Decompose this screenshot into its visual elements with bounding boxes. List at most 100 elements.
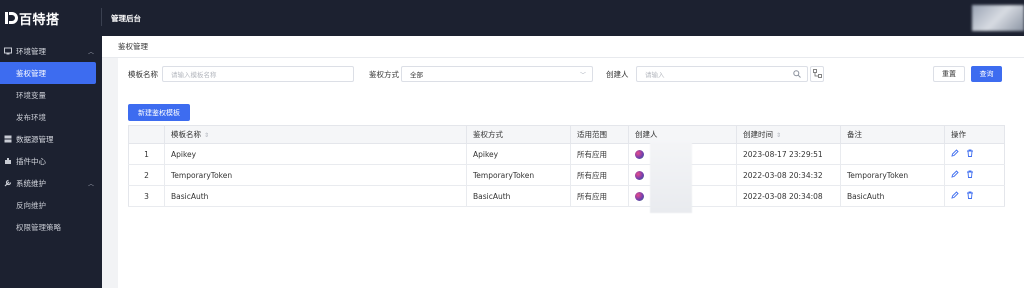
monitor-icon <box>4 47 12 55</box>
edit-icon[interactable] <box>951 191 959 201</box>
new-auth-template-button[interactable]: 新建鉴权模板 <box>128 104 190 121</box>
sort-icon[interactable]: ⇕ <box>776 132 781 139</box>
col-label: 创建时间 <box>743 130 773 139</box>
cell-note <box>840 143 945 165</box>
cell-note: TemporaryToken <box>840 164 945 186</box>
chevron-up-icon: ︿ <box>87 48 94 56</box>
breadcrumb: 鉴权管理 <box>102 36 1024 58</box>
sidebar-group-label: 环境管理 <box>16 46 46 56</box>
sidebar: 百特搭 环境管理 ︿ 鉴权管理 环境变量 发布环境 数据源管理 插件中心 系统维… <box>0 0 102 288</box>
col-actions: 操作 <box>944 125 1005 144</box>
logo-icon <box>4 11 18 25</box>
creator-label: 创建人 <box>606 70 629 79</box>
col-auth-method: 鉴权方式 <box>466 125 571 144</box>
cell-actions <box>944 185 1005 207</box>
delete-icon[interactable] <box>966 149 974 159</box>
search-icon[interactable] <box>793 70 801 80</box>
auth-template-table: 模板名称 ⇕ 鉴权方式 适用范围 创建人 创建时间 ⇕ 备注 操作 1 Apikey… <box>128 125 1005 207</box>
divider <box>101 8 102 26</box>
auth-method-value: 全部 <box>410 71 423 79</box>
avatar <box>635 149 644 159</box>
sidebar-group-label: 数据源管理 <box>16 134 54 144</box>
sidebar-group-label: 系统维护 <box>16 178 46 188</box>
redacted-creator-names <box>650 141 692 213</box>
user-avatar[interactable] <box>972 5 1024 31</box>
template-name-input[interactable]: 请输入模板名称 <box>162 66 354 82</box>
section-title: 管理后台 <box>111 13 141 23</box>
sidebar-item-reverse-maintenance[interactable]: 反向维护 <box>0 194 102 216</box>
plugin-icon <box>4 157 12 165</box>
table-header-row: 模板名称 ⇕ 鉴权方式 适用范围 创建人 创建时间 ⇕ 备注 操作 <box>128 125 1005 144</box>
sidebar-item-label: 发布环境 <box>16 112 46 122</box>
table-row: 3 BasicAuth BasicAuth 所有应用 2022-03-08 20… <box>128 185 1005 207</box>
creator-placeholder: 请输入 <box>645 71 665 79</box>
sidebar-group-datasource[interactable]: 数据源管理 <box>0 128 102 150</box>
sidebar-group-label: 插件中心 <box>16 156 46 166</box>
col-index <box>128 125 165 144</box>
avatar <box>635 191 644 201</box>
col-scope: 适用范围 <box>570 125 629 144</box>
sidebar-group-env[interactable]: 环境管理 ︿ <box>0 40 102 62</box>
auth-method-label: 鉴权方式 <box>369 70 399 79</box>
template-name-label: 模板名称 <box>128 70 158 79</box>
cell-auth: BasicAuth <box>466 185 571 207</box>
cell-created: 2023-08-17 23:29:51 <box>736 143 841 165</box>
sidebar-item-label: 权限管理策略 <box>16 222 61 232</box>
cell-auth: Apikey <box>466 143 571 165</box>
cell-auth: TemporaryToken <box>466 164 571 186</box>
sort-icon[interactable]: ⇕ <box>204 132 209 139</box>
sidebar-item-label: 反向维护 <box>16 200 46 210</box>
cell-actions <box>944 164 1005 186</box>
avatar <box>635 170 644 180</box>
edit-icon[interactable] <box>951 149 959 159</box>
main-content: 模板名称 请输入模板名称 鉴权方式 全部 ﹀ 创建人 请输入 重置 查询 新建鉴… <box>118 58 1024 288</box>
sidebar-menu: 环境管理 ︿ 鉴权管理 环境变量 发布环境 数据源管理 插件中心 系统维护 ︿ … <box>0 40 102 238</box>
cell-index: 2 <box>128 164 165 186</box>
sidebar-item-permission-policy[interactable]: 权限管理策略 <box>0 216 102 238</box>
org-tree-button[interactable] <box>810 66 824 82</box>
cell-created: 2022-03-08 20:34:08 <box>736 185 841 207</box>
sidebar-group-maintenance[interactable]: 系统维护 ︿ <box>0 172 102 194</box>
cell-actions <box>944 143 1005 165</box>
query-button[interactable]: 查询 <box>971 66 1002 82</box>
sidebar-item-label: 鉴权管理 <box>16 68 46 78</box>
sidebar-item-publish-env[interactable]: 发布环境 <box>0 106 102 128</box>
cell-name: TemporaryToken <box>164 164 467 186</box>
delete-icon[interactable] <box>966 191 974 201</box>
col-note: 备注 <box>840 125 945 144</box>
delete-icon[interactable] <box>966 170 974 180</box>
cell-created: 2022-03-08 20:34:32 <box>736 164 841 186</box>
auth-method-select[interactable]: 全部 ﹀ <box>401 66 593 82</box>
filter-bar: 模板名称 请输入模板名称 鉴权方式 全部 ﹀ 创建人 请输入 重置 查询 <box>118 66 1018 82</box>
creator-input[interactable]: 请输入 <box>636 66 808 82</box>
cell-scope: 所有应用 <box>570 185 629 207</box>
cell-index: 1 <box>128 143 165 165</box>
edit-icon[interactable] <box>951 170 959 180</box>
chevron-down-icon: ﹀ <box>579 72 586 79</box>
col-label: 模板名称 <box>171 130 201 139</box>
template-name-placeholder: 请输入模板名称 <box>171 71 217 79</box>
table-row: 2 TemporaryToken TemporaryToken 所有应用 202… <box>128 164 1005 186</box>
cell-scope: 所有应用 <box>570 164 629 186</box>
sidebar-item-label: 环境变量 <box>16 90 46 100</box>
breadcrumb-current: 鉴权管理 <box>118 42 148 51</box>
database-icon <box>4 135 12 143</box>
sidebar-item-auth[interactable]: 鉴权管理 <box>0 62 96 84</box>
col-created-time[interactable]: 创建时间 ⇕ <box>736 125 841 144</box>
org-tree-icon <box>812 68 822 80</box>
sidebar-item-env-vars[interactable]: 环境变量 <box>0 84 102 106</box>
sidebar-group-plugins[interactable]: 插件中心 <box>0 150 102 172</box>
chevron-up-icon: ︿ <box>87 180 94 188</box>
top-bar: 管理后台 <box>101 0 1024 36</box>
tools-icon <box>4 179 12 187</box>
col-template-name[interactable]: 模板名称 ⇕ <box>164 125 467 144</box>
reset-button[interactable]: 重置 <box>933 66 965 82</box>
cell-name: Apikey <box>164 143 467 165</box>
logo[interactable]: 百特搭 <box>0 0 102 36</box>
logo-text: 百特搭 <box>19 12 60 28</box>
cell-scope: 所有应用 <box>570 143 629 165</box>
table-row: 1 Apikey Apikey 所有应用 2023-08-17 23:29:51 <box>128 143 1005 165</box>
cell-note: BasicAuth <box>840 185 945 207</box>
cell-index: 3 <box>128 185 165 207</box>
cell-name: BasicAuth <box>164 185 467 207</box>
